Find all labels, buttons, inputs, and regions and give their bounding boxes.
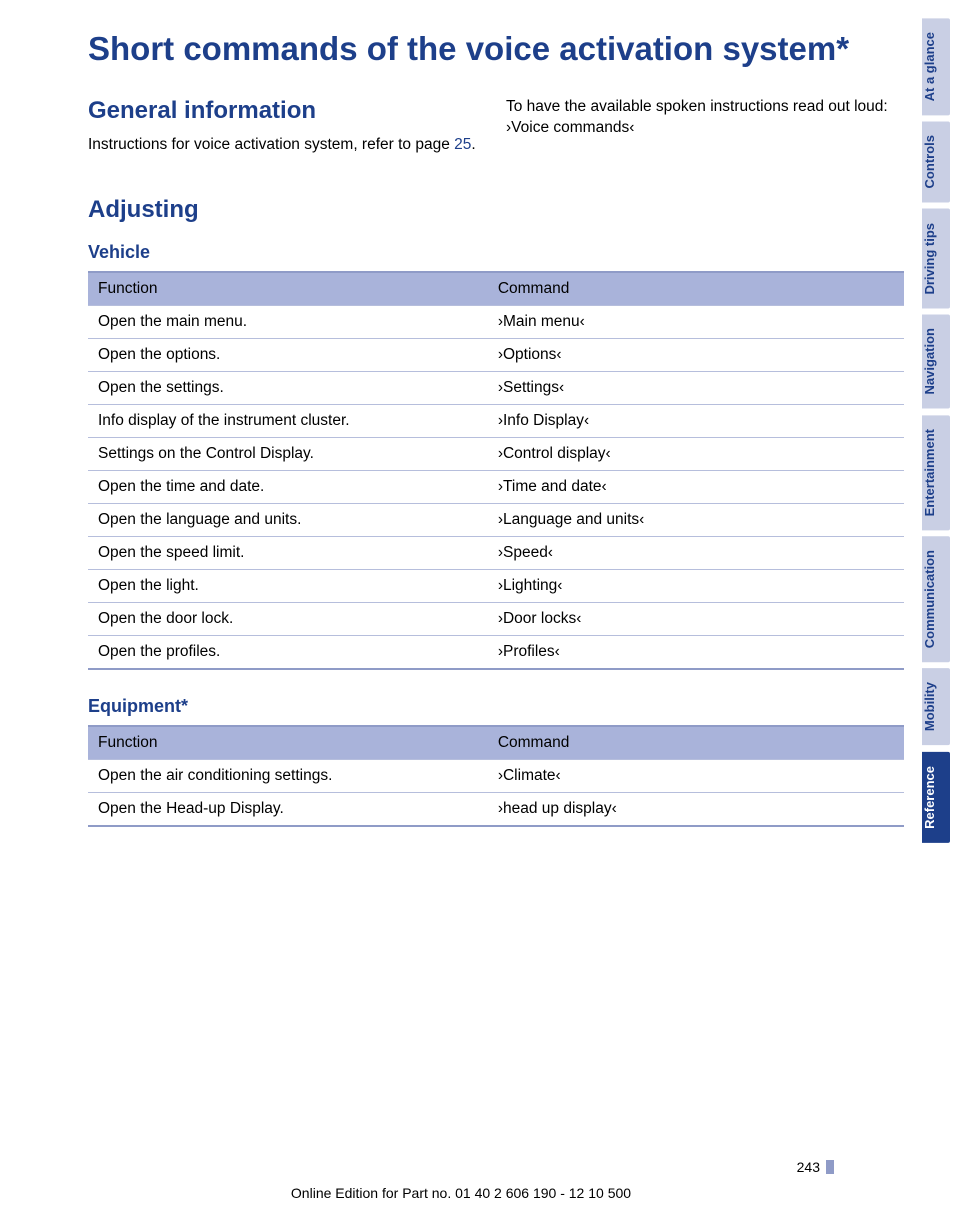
cell-function: Open the light. <box>88 570 488 603</box>
cell-command: ›Lighting‹ <box>488 570 904 603</box>
cell-command: ›Door locks‹ <box>488 603 904 636</box>
cell-function: Open the main menu. <box>88 306 488 339</box>
side-tab-navigation[interactable]: Navigation <box>922 314 950 408</box>
page-title: Short commands of the voice activation s… <box>88 28 904 69</box>
cell-command: ›Time and date‹ <box>488 471 904 504</box>
heading-general: General information <box>88 97 486 125</box>
side-tab-at-a-glance[interactable]: At a glance <box>922 18 950 115</box>
table-vehicle: Function Command Open the main menu.›Mai… <box>88 271 904 670</box>
cell-function: Open the speed limit. <box>88 537 488 570</box>
cell-function: Open the language and units. <box>88 504 488 537</box>
cell-command: ›Speed‹ <box>488 537 904 570</box>
cell-function: Open the settings. <box>88 372 488 405</box>
table-row: Settings on the Control Display.›Control… <box>88 438 904 471</box>
cell-command: ›Control display‹ <box>488 438 904 471</box>
table-row: Open the air conditioning settings.›Clim… <box>88 760 904 793</box>
voice-commands-hint: To have the available spoken instruction… <box>506 97 904 139</box>
heading-equipment: Equipment* <box>88 696 904 717</box>
general-text-suffix: . <box>471 136 475 153</box>
table-row: Open the profiles.›Profiles‹ <box>88 636 904 670</box>
side-tabs: At a glance Controls Driving tips Navigatio… <box>922 0 954 1215</box>
cell-function: Open the profiles. <box>88 636 488 670</box>
cell-command: ›Main menu‹ <box>488 306 904 339</box>
th-command: Command <box>488 272 904 306</box>
table-equipment: Function Command Open the air conditioni… <box>88 725 904 827</box>
table-row: Open the door lock.›Door locks‹ <box>88 603 904 636</box>
table-row: Open the light.›Lighting‹ <box>88 570 904 603</box>
cell-command: ›Settings‹ <box>488 372 904 405</box>
side-tab-entertainment[interactable]: Entertainment <box>922 415 950 530</box>
side-tab-reference[interactable]: Reference <box>922 752 950 843</box>
general-text-prefix: Instructions for voice activation system… <box>88 136 454 153</box>
table-row: Open the main menu.›Main menu‹ <box>88 306 904 339</box>
table-row: Open the settings.›Settings‹ <box>88 372 904 405</box>
cell-function: Open the air conditioning settings. <box>88 760 488 793</box>
page-ref-link[interactable]: 25 <box>454 136 471 153</box>
side-tab-controls[interactable]: Controls <box>922 121 950 202</box>
th-command: Command <box>488 726 904 760</box>
table-row: Open the Head-up Display.›head up displa… <box>88 793 904 827</box>
cell-function: Open the time and date. <box>88 471 488 504</box>
cell-function: Open the door lock. <box>88 603 488 636</box>
cell-function: Settings on the Control Display. <box>88 438 488 471</box>
cell-function: Info display of the instrument cluster. <box>88 405 488 438</box>
cell-function: Open the options. <box>88 339 488 372</box>
cell-command: ›Info Display‹ <box>488 405 904 438</box>
side-tab-communication[interactable]: Communication <box>922 536 950 662</box>
th-function: Function <box>88 272 488 306</box>
heading-vehicle: Vehicle <box>88 242 904 263</box>
table-row: Info display of the instrument cluster.›… <box>88 405 904 438</box>
cell-function: Open the Head-up Display. <box>88 793 488 827</box>
cell-command: ›Climate‹ <box>488 760 904 793</box>
table-row: Open the language and units.›Language an… <box>88 504 904 537</box>
table-row: Open the time and date.›Time and date‹ <box>88 471 904 504</box>
cell-command: ›head up display‹ <box>488 793 904 827</box>
side-tab-driving-tips[interactable]: Driving tips <box>922 209 950 309</box>
cell-command: ›Language and units‹ <box>488 504 904 537</box>
cell-command: ›Profiles‹ <box>488 636 904 670</box>
table-row: Open the speed limit.›Speed‹ <box>88 537 904 570</box>
table-row: Open the options.›Options‹ <box>88 339 904 372</box>
side-tab-mobility[interactable]: Mobility <box>922 668 950 745</box>
footer-text: Online Edition for Part no. 01 40 2 606 … <box>0 1185 922 1201</box>
cell-command: ›Options‹ <box>488 339 904 372</box>
page-number: 243 <box>797 1159 834 1175</box>
th-function: Function <box>88 726 488 760</box>
general-info-text: Instructions for voice activation system… <box>88 135 486 156</box>
heading-adjusting: Adjusting <box>88 196 904 224</box>
